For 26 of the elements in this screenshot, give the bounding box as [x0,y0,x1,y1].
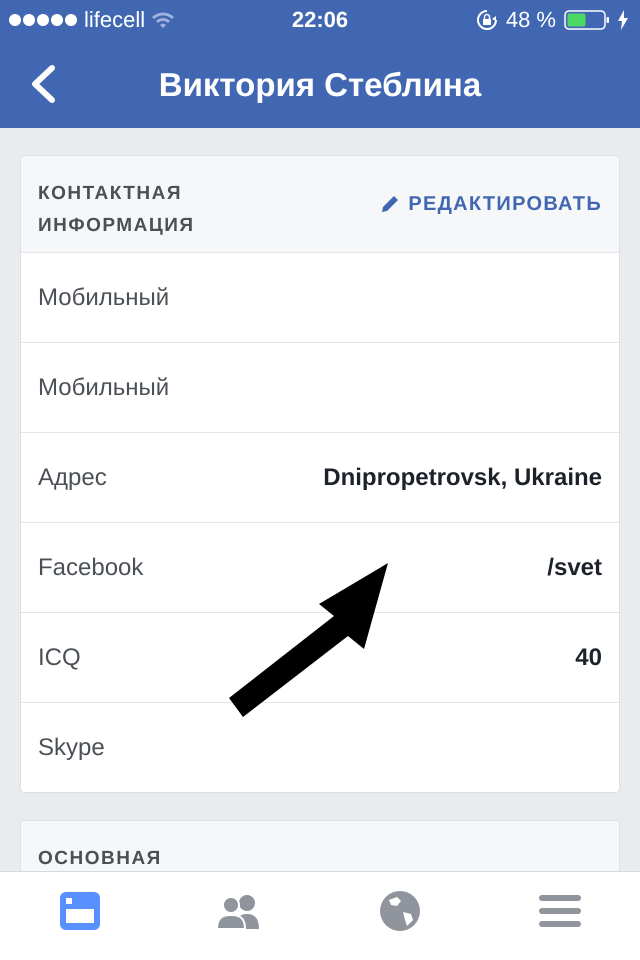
field-label: Facebook [38,554,144,582]
section-title: КОНТАКТНАЯ ИНФОРМАЦИЯ [38,182,196,238]
field-label: Skype [38,734,105,762]
rotation-lock-icon [476,9,498,31]
back-button[interactable] [30,65,56,103]
field-value: 40 [575,644,602,672]
pencil-icon [382,196,398,212]
field-label: ICQ [38,644,81,672]
menu-icon [539,894,581,928]
field-value: Dnipropetrovsk, Ukraine [323,464,602,492]
profile-name: Виктория Стеблина [158,66,482,104]
signal-icon [8,13,78,27]
field-label: Мобильный [38,374,170,402]
charging-icon [618,10,628,30]
wifi-icon [151,11,176,29]
field-label: Адрес [38,464,107,492]
globe-icon [379,890,421,932]
section-title: ОСНОВНАЯ [38,847,163,871]
clock-time: 22:06 [292,7,348,33]
news-feed-icon [60,892,100,930]
field-label: Мобильный [38,284,170,312]
carrier-name: lifecell [84,7,146,33]
battery-icon [564,10,610,30]
field-value: /svet [547,554,602,582]
battery-percent: 48 % [506,7,556,33]
edit-link[interactable]: РЕДАКТИРОВАТЬ [382,192,602,216]
